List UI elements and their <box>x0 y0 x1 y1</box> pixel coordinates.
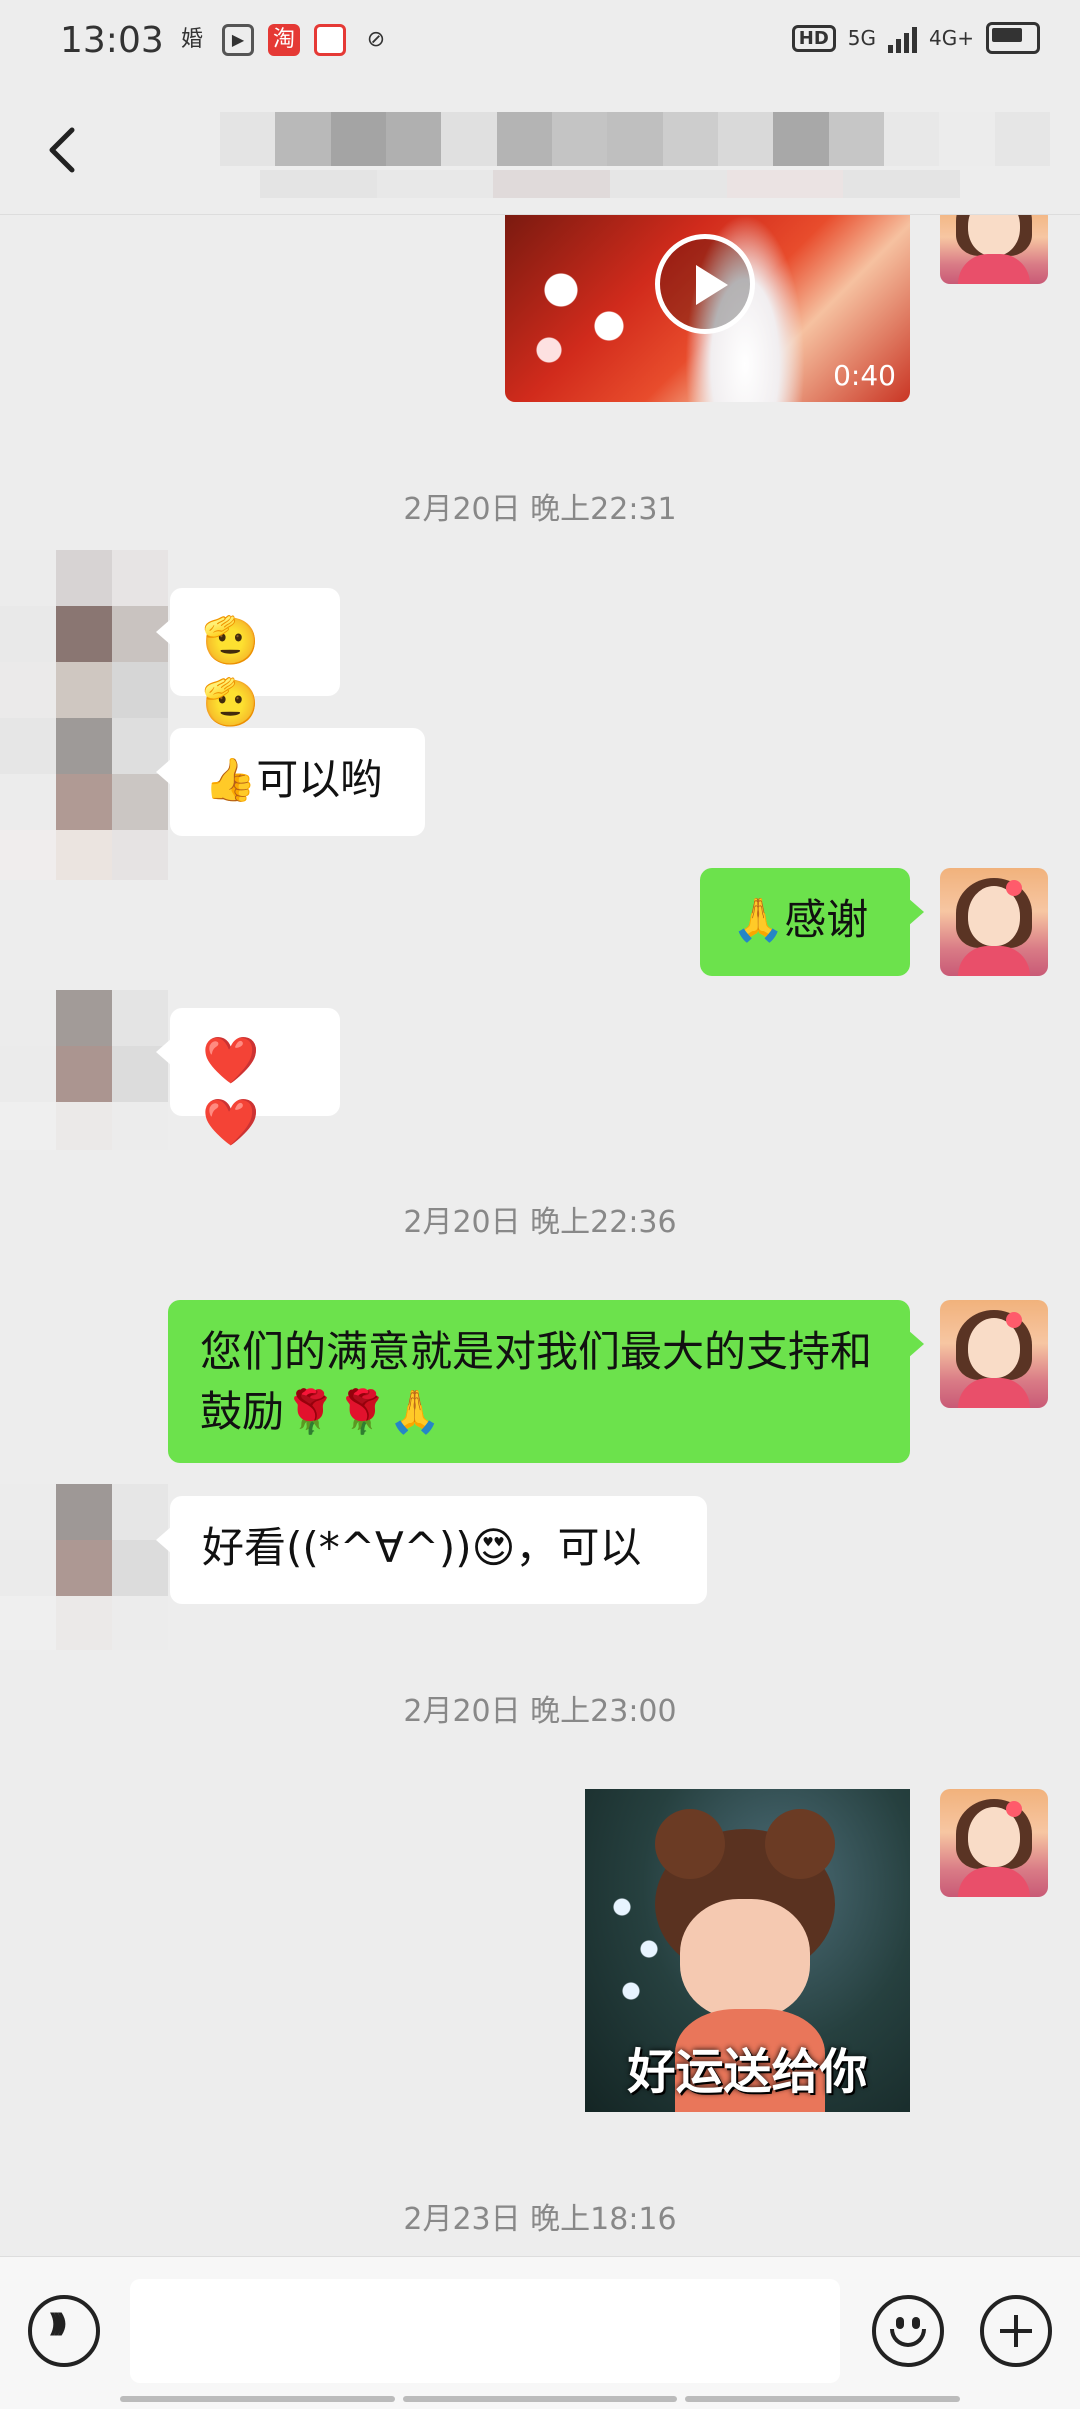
sticker-message[interactable]: 好运送给你 <box>585 1789 910 2112</box>
message-input[interactable] <box>130 2279 840 2383</box>
sticker-character <box>680 1899 810 2019</box>
message-bubble-incoming[interactable]: 🫡🫡 <box>156 588 340 729</box>
battery-icon <box>986 22 1040 54</box>
4g-label: 4G+ <box>929 26 974 50</box>
my-avatar[interactable] <box>940 1789 1048 1897</box>
video-message[interactable]: 0:40 <box>505 214 910 402</box>
message-bubble-incoming[interactable]: 👍可以哟 <box>156 728 425 836</box>
my-avatar[interactable] <box>940 868 1048 976</box>
play-app-icon: ▶ <box>222 24 254 56</box>
message-text: 🙏感谢 <box>732 895 869 944</box>
emoji-icon[interactable] <box>872 2295 944 2367</box>
message-text: 好看((*^∀^))😍，可以 <box>202 1523 642 1572</box>
message-text: ❤️❤️ <box>202 1033 260 1149</box>
message-text: 您们的满意就是对我们最大的支持和鼓励🌹🌹🙏 <box>200 1327 873 1436</box>
message-text: 🫡🫡 <box>202 613 260 729</box>
message-bubble-outgoing[interactable]: 您们的满意就是对我们最大的支持和鼓励🌹🌹🙏 <box>168 1300 924 1463</box>
voice-icon[interactable] <box>28 2295 100 2367</box>
message-bubble-incoming[interactable]: ❤️❤️ <box>156 1008 340 1149</box>
status-bar: 13:03 婚 ▶ 淘 ⊘ HD 5G 4G+ <box>0 0 1080 84</box>
red-app-icon <box>314 24 346 56</box>
message-bubble-outgoing[interactable]: 🙏感谢 <box>700 868 924 976</box>
message-bubble-incoming[interactable]: 好看((*^∀^))😍，可以 <box>156 1496 707 1604</box>
taobao-app-icon: 淘 <box>268 24 300 56</box>
plus-icon[interactable] <box>980 2295 1052 2367</box>
video-thumbnail-decor <box>525 254 645 374</box>
my-avatar[interactable] <box>940 206 1048 284</box>
chat-subtitle-obscured <box>260 170 961 198</box>
contact-avatar-obscured[interactable] <box>0 1484 170 1650</box>
timestamp: 2月20日 晚上22:36 <box>403 1205 677 1240</box>
timestamp: 2月20日 晚上22:31 <box>403 492 677 527</box>
status-notification-icons: 婚 ▶ 淘 ⊘ <box>176 24 392 56</box>
sticker-caption: 好运送给你 <box>627 2044 868 2100</box>
gesture-bar[interactable] <box>120 2396 961 2402</box>
contact-avatar-obscured[interactable] <box>0 550 170 880</box>
my-avatar[interactable] <box>940 1300 1048 1408</box>
status-time: 13:03 <box>60 20 164 61</box>
signal-icon <box>888 23 918 53</box>
link-icon: ⊘ <box>366 27 386 52</box>
timestamp: 2月20日 晚上23:00 <box>403 1694 677 1729</box>
back-icon[interactable] <box>36 120 96 180</box>
status-system-icons: HD 5G 4G+ <box>791 22 1040 54</box>
chat-header <box>0 84 1080 215</box>
video-duration: 0:40 <box>833 359 896 392</box>
hd-icon: HD <box>791 24 836 52</box>
marriage-app-icon: 婚 <box>180 27 203 52</box>
message-text: 👍可以哟 <box>204 755 383 804</box>
timestamp: 2月23日 晚上18:16 <box>403 2202 677 2237</box>
play-icon[interactable] <box>655 234 755 334</box>
contact-avatar-obscured[interactable] <box>0 990 170 1150</box>
chat-input-bar <box>0 2256 1080 2409</box>
5g-label: 5G <box>847 26 877 50</box>
